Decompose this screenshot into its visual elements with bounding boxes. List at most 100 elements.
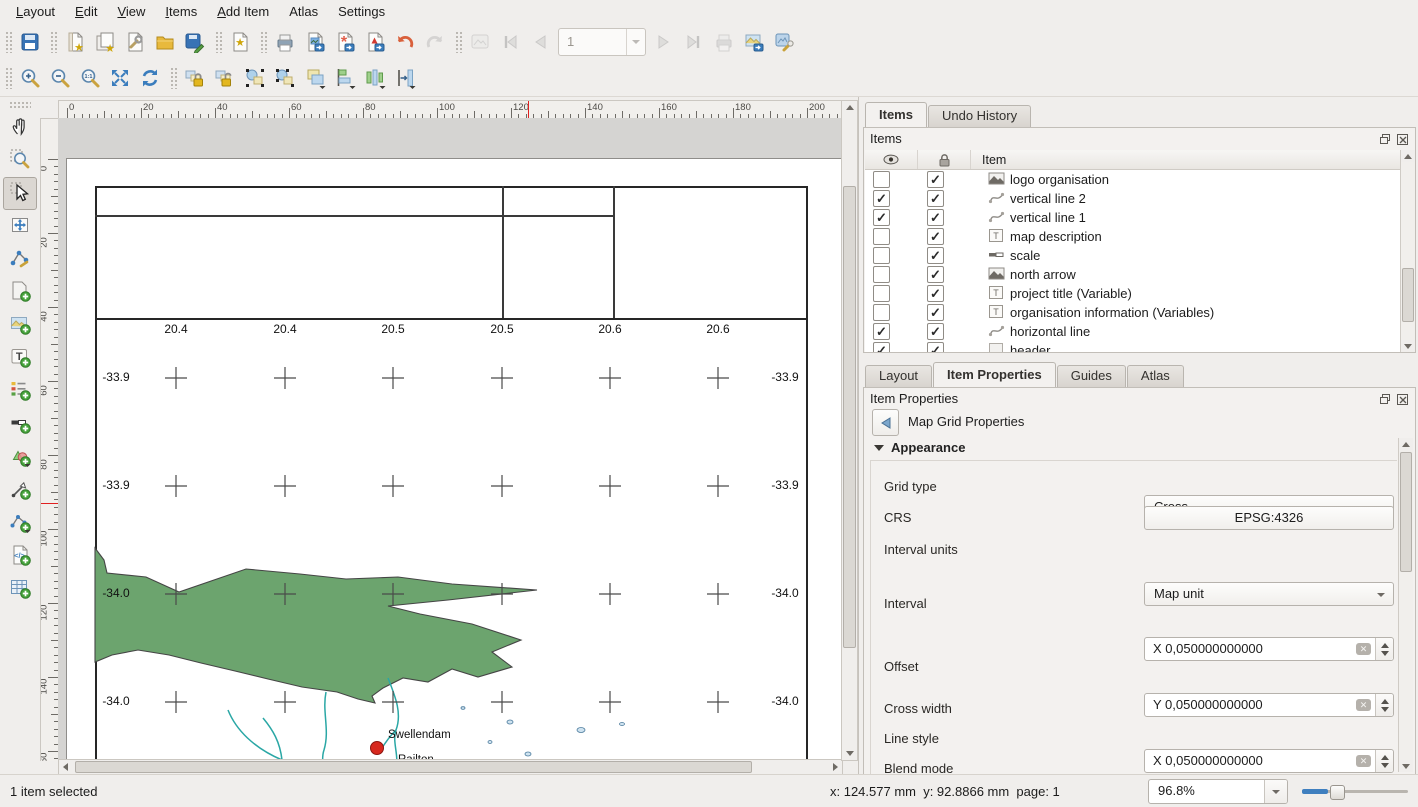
interval-x-field[interactable]: X 0,050000000000 ✕ (1144, 637, 1394, 661)
properties-scrollbar[interactable] (1398, 438, 1413, 772)
align-selected-items-button[interactable] (331, 64, 359, 92)
crs-button[interactable]: EPSG:4326 (1144, 506, 1394, 530)
toolbar-drag-handle[interactable] (455, 31, 462, 53)
scroll-left-icon[interactable] (59, 760, 72, 774)
add-node-item-tool-button[interactable] (3, 507, 37, 540)
load-template-button[interactable] (151, 28, 179, 56)
toolbar-drag-handle[interactable] (5, 31, 12, 53)
first-feature-button[interactable] (496, 28, 524, 56)
float-panel-icon[interactable] (1378, 132, 1392, 146)
last-feature-button[interactable] (680, 28, 708, 56)
refresh-view-button[interactable] (136, 64, 164, 92)
spinner-icon[interactable] (1375, 750, 1393, 772)
duplicate-layout-button[interactable]: ★ (91, 28, 119, 56)
header-frame-right[interactable] (806, 186, 808, 318)
distribute-items-button[interactable] (361, 64, 389, 92)
appearance-section-header[interactable]: Appearance (874, 440, 965, 455)
vertical-line-1-item[interactable] (502, 186, 504, 318)
header-frame-left[interactable] (95, 186, 97, 318)
vertical-line-2-item[interactable] (613, 186, 615, 318)
lock-checkbox[interactable]: ✓ (927, 285, 944, 302)
map-frame-left[interactable] (95, 318, 97, 761)
menu-view[interactable]: View (107, 1, 155, 23)
export-as-svg-button[interactable]: * (331, 28, 359, 56)
back-button[interactable] (872, 409, 899, 436)
close-panel-icon[interactable] (1395, 392, 1409, 406)
interval-units-dropdown[interactable]: Map unit (1144, 582, 1394, 606)
visibility-checkbox[interactable] (873, 285, 890, 302)
unlock-all-items-button[interactable] (211, 64, 239, 92)
print-atlas-button[interactable] (710, 28, 738, 56)
export-as-image-button[interactable] (301, 28, 329, 56)
toolbar-drag-handle[interactable] (9, 101, 31, 108)
offset-x-field[interactable]: X 0,050000000000 ✕ (1144, 749, 1394, 773)
zoom-out-button[interactable] (46, 64, 74, 92)
lock-checkbox[interactable]: ✓ (927, 342, 944, 353)
add-attribute-table-tool-button[interactable] (3, 573, 37, 606)
menu-edit[interactable]: Edit (65, 1, 107, 23)
item-row[interactable]: ✓Tproject title (Variable) (865, 284, 1400, 303)
lock-selected-items-button[interactable] (181, 64, 209, 92)
add-scalebar-tool-button[interactable] (3, 408, 37, 441)
atlas-settings-button[interactable] (770, 28, 798, 56)
export-atlas-button[interactable] (740, 28, 768, 56)
visibility-checkbox[interactable] (873, 304, 890, 321)
layout-page[interactable] (66, 158, 843, 761)
zoom-actual-button[interactable]: 1:1 (76, 64, 104, 92)
export-as-pdf-button[interactable] (361, 28, 389, 56)
visibility-checkbox[interactable] (873, 247, 890, 264)
tab-undo-history[interactable]: Undo History (928, 105, 1031, 127)
move-item-content-tool-button[interactable] (3, 210, 37, 243)
zoom-slider-handle[interactable] (1330, 785, 1345, 800)
add-html-tool-button[interactable]: </> (3, 540, 37, 573)
zoom-level-combobox[interactable]: 96.8% (1148, 779, 1288, 804)
map-frame-top[interactable] (95, 318, 808, 320)
lock-checkbox[interactable]: ✓ (927, 304, 944, 321)
scroll-up-icon[interactable] (842, 101, 857, 114)
layout-manager-button[interactable] (121, 28, 149, 56)
add-label-tool-button[interactable]: T (3, 342, 37, 375)
tab-guides[interactable]: Guides (1057, 365, 1126, 387)
menu-layout[interactable]: Layout (6, 1, 65, 23)
new-layout-button[interactable]: ★ (61, 28, 89, 56)
lock-column-header[interactable] (918, 150, 971, 169)
visibility-checkbox[interactable]: ✓ (873, 342, 890, 353)
item-row[interactable]: ✓north arrow (865, 265, 1400, 284)
save-as-template-button[interactable] (181, 28, 209, 56)
tab-atlas[interactable]: Atlas (1127, 365, 1184, 387)
item-row[interactable]: ✓logo organisation (865, 170, 1400, 189)
add-pages-tool-button[interactable] (3, 276, 37, 309)
item-row[interactable]: ✓✓vertical line 1 (865, 208, 1400, 227)
menu-atlas[interactable]: Atlas (279, 1, 328, 23)
lock-checkbox[interactable]: ✓ (927, 209, 944, 226)
add-shape-tool-button[interactable] (3, 441, 37, 474)
print-layout-button[interactable] (271, 28, 299, 56)
props-scroll-up-icon[interactable] (1399, 438, 1413, 450)
tab-items[interactable]: Items (865, 102, 927, 127)
lock-checkbox[interactable]: ✓ (927, 171, 944, 188)
edit-nodes-item-tool-button[interactable] (3, 243, 37, 276)
close-panel-icon[interactable] (1395, 132, 1409, 146)
clear-field-icon[interactable]: ✕ (1356, 643, 1371, 655)
visibility-checkbox[interactable]: ✓ (873, 190, 890, 207)
menu-add-item[interactable]: Add Item (207, 1, 279, 23)
items-scroll-up-icon[interactable] (1401, 150, 1415, 162)
float-panel-icon[interactable] (1378, 392, 1392, 406)
item-row[interactable]: ✓Tmap description (865, 227, 1400, 246)
item-row[interactable]: ✓✓header (865, 341, 1400, 353)
add-legend-tool-button[interactable] (3, 375, 37, 408)
lock-checkbox[interactable]: ✓ (927, 228, 944, 245)
items-scroll-down-icon[interactable] (1401, 340, 1415, 352)
toolbar-drag-handle[interactable] (5, 67, 12, 89)
save-project-button[interactable] (16, 28, 44, 56)
clear-field-icon[interactable]: ✕ (1356, 699, 1371, 711)
lock-checkbox[interactable]: ✓ (927, 323, 944, 340)
pan-layout-tool-button[interactable] (3, 111, 37, 144)
zoom-tool-tool-button[interactable] (3, 144, 37, 177)
item-row[interactable]: ✓✓horizontal line (865, 322, 1400, 341)
spinner-icon[interactable] (1375, 638, 1393, 660)
layout-viewport[interactable]: 20.420.420.520.520.620.6-33.9-33.9-34.0-… (58, 118, 843, 761)
atlas-page-spinbox[interactable]: 1 (558, 28, 646, 56)
tab-item-properties[interactable]: Item Properties (933, 362, 1056, 387)
hscroll-thumb[interactable] (75, 761, 752, 773)
